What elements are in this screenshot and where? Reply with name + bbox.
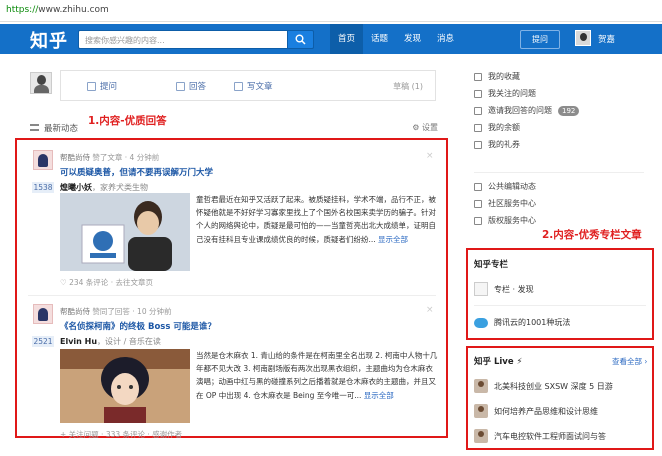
close-icon[interactable]: ×: [426, 305, 434, 315]
coupon-icon: [474, 140, 482, 149]
ask-question-button[interactable]: 提问: [520, 30, 560, 49]
invite-count-badge: 192: [558, 105, 580, 116]
live-host-avatar: [474, 404, 488, 418]
sidebar-menu: 我的收藏 我关注的问题 邀请我回答的问题 192 我的余额 我的礼券: [474, 68, 580, 153]
column-divider: [474, 305, 646, 306]
url-text[interactable]: https://www.zhihu.com: [6, 5, 109, 15]
composer-answer[interactable]: 回答: [176, 80, 206, 92]
search-input[interactable]: 搜索你感兴趣的内容...: [78, 30, 288, 49]
card1-meta: 帮酷尚侍 赞了文章 · 4 分钟前: [60, 153, 160, 162]
card2-source-avatar[interactable]: [33, 304, 53, 324]
card2-show-more[interactable]: 显示全部: [364, 391, 394, 400]
drafts-link[interactable]: 草稿 (1): [393, 81, 423, 92]
nav-messages[interactable]: 消息: [429, 24, 462, 54]
card1-author: 煌曦小妖，家养犬类生物: [60, 183, 148, 192]
card2-votes[interactable]: 2521: [32, 336, 54, 347]
invite-icon: [474, 106, 482, 115]
top-navbar: 知乎 搜索你感兴趣的内容... 首页 话题 发现 消息 提问 贺嘉: [0, 24, 662, 54]
answer-icon: [176, 81, 185, 91]
card1-votes[interactable]: 1538: [32, 182, 54, 193]
copyright-icon: [474, 216, 482, 225]
wallet-icon: [474, 123, 482, 132]
card2-title[interactable]: 《名侦探柯南》的终极 Boss 可能是谁？: [60, 320, 216, 332]
sidebar-item-coupons[interactable]: 我的礼券: [474, 136, 579, 153]
card2-author: Elvin Hu，设计 / 音乐在读: [60, 337, 161, 346]
zhihu-logo[interactable]: 知乎: [30, 27, 68, 53]
composer-avatar[interactable]: [30, 72, 52, 94]
card2-thumbnail[interactable]: [60, 349, 190, 427]
pencil-icon: [234, 81, 243, 91]
edit-log-icon: [474, 182, 482, 191]
main-nav: 首页 话题 发现 消息: [330, 24, 462, 54]
column-discover[interactable]: 专栏 · 发现: [474, 282, 534, 296]
community-icon: [474, 199, 482, 208]
gear-icon: ⚙: [412, 123, 422, 132]
username[interactable]: 贺嘉: [598, 33, 615, 45]
live-item[interactable]: 北美科技创业 SXSW 深度 5 日游: [474, 379, 613, 393]
card2-meta: 帮酷尚侍 赞同了回答 · 10 分钟前: [60, 307, 172, 316]
live-item[interactable]: 汽车电控软件工程师面试问与答: [474, 429, 606, 443]
card1-show-more[interactable]: 显示全部: [378, 235, 408, 244]
sidebar-item-followed-questions[interactable]: 我关注的问题: [474, 85, 579, 102]
card2-footer[interactable]: + 关注问题 · 333 条评论 · 感谢作者: [60, 429, 182, 440]
sidebar-item-favorites[interactable]: 我的收藏: [474, 68, 579, 85]
live-section-title[interactable]: 知乎 Live ⚡: [474, 355, 523, 367]
sidebar-item-copyright-service[interactable]: 版权服务中心: [474, 212, 536, 229]
star-icon: [474, 72, 482, 81]
card-divider: [28, 295, 436, 296]
live-host-avatar: [474, 379, 488, 393]
sidebar-item-community-service[interactable]: 社区服务中心: [474, 195, 536, 212]
feed-settings[interactable]: ⚙ 设置: [412, 122, 438, 133]
column-icon: [474, 282, 488, 296]
card1-title[interactable]: 可以质疑奥普，但请不要再误解万门大学: [60, 166, 213, 178]
composer-bar: 提问 回答 写文章 草稿 (1): [60, 70, 436, 101]
column-tencent-cloud[interactable]: 腾讯云的1001种玩法: [474, 317, 570, 328]
composer-write[interactable]: 写文章: [234, 80, 273, 92]
sidebar-divider: [474, 172, 644, 173]
annotation-feed: 1.内容-优质回答: [88, 115, 167, 127]
card2-photo: [60, 349, 190, 423]
feed-icon: [30, 124, 39, 131]
check-icon: [474, 89, 482, 98]
feed-title: 最新动态: [44, 124, 79, 134]
cloud-icon: [474, 317, 488, 328]
question-icon: [87, 81, 96, 91]
card1-photo: [60, 193, 190, 271]
composer-ask[interactable]: 提问: [87, 80, 117, 92]
card1-footer[interactable]: ♡ 234 条评论 · 去往文章页: [60, 277, 153, 288]
live-see-all[interactable]: 查看全部 ›: [612, 356, 647, 367]
user-avatar[interactable]: [575, 30, 591, 46]
card1-thumbnail[interactable]: [60, 193, 190, 271]
live-host-avatar: [474, 429, 488, 443]
card1-excerpt[interactable]: 童哲君最近在知乎又活跃了起来。被质疑挂科，学术不端，品行不正，被怀疑他就是不好好…: [196, 193, 440, 246]
sidebar-menu-2: 公共编辑动态 社区服务中心 版权服务中心: [474, 178, 536, 229]
nav-topics[interactable]: 话题: [363, 24, 396, 54]
annotation-column: 2.内容-优秀专栏文章: [542, 229, 642, 241]
card1-source-avatar[interactable]: [33, 150, 53, 170]
live-item[interactable]: 如何培养产品思维和设计思维: [474, 404, 598, 418]
sidebar-item-balance[interactable]: 我的余额: [474, 119, 579, 136]
search-icon: [295, 34, 306, 45]
close-icon[interactable]: ×: [426, 151, 434, 161]
column-section-title[interactable]: 知乎专栏: [474, 258, 508, 270]
sidebar-item-public-edits[interactable]: 公共编辑动态: [474, 178, 536, 195]
nav-home[interactable]: 首页: [330, 24, 364, 54]
sidebar-item-invitations[interactable]: 邀请我回答的问题 192: [474, 102, 580, 119]
card2-excerpt[interactable]: 当然是仓木麻衣 1. 青山给的条件是在柯南里全名出现 2. 柯南中人物十几年都不…: [196, 349, 440, 402]
nav-explore[interactable]: 发现: [396, 24, 429, 54]
search-button[interactable]: [288, 30, 314, 49]
browser-url-bar[interactable]: https://www.zhihu.com: [0, 0, 662, 22]
